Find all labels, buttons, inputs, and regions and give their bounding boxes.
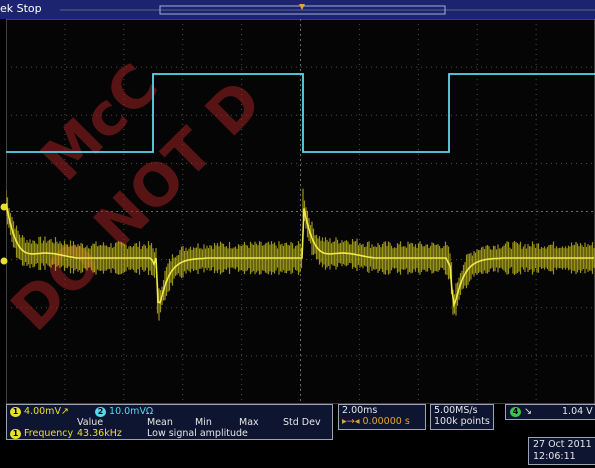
time: 12:06:11 — [533, 451, 576, 462]
ch2-scale[interactable]: 10.0mVΩ — [109, 406, 153, 417]
trigger-slope-icon: ↘ — [524, 406, 532, 417]
timebase-panel[interactable]: 2.00ms ▸→◂ 0.00000 s — [338, 404, 426, 430]
measurement-panel: 1 4.00mV↗ 2 10.0mVΩ Value Mean Min Max S… — [6, 404, 333, 440]
datetime-panel: 27 Oct 2011 12:06:11 — [528, 437, 595, 465]
date: 27 Oct 2011 — [533, 439, 592, 450]
meas-note: Low signal amplitude — [147, 428, 248, 439]
acquisition-panel[interactable]: 5.00MS/s 100k points — [430, 404, 494, 430]
trigger-source-badge: 4 — [510, 406, 521, 417]
trigger-position-marker — [299, 4, 305, 10]
meas-source-badge: 1 — [10, 428, 21, 439]
ch1-scale[interactable]: 4.00mV↗ — [24, 406, 69, 417]
status-bar: ek Stop — [0, 0, 595, 19]
channel-markers — [0, 203, 8, 265]
ch2-badge[interactable]: 2 — [95, 406, 106, 417]
trigger-panel[interactable]: 4 ↘ 1.04 V — [505, 404, 595, 420]
horizontal-delay: ▸→◂ 0.00000 s — [342, 416, 410, 427]
meas-value: 43.36kHz — [77, 428, 122, 439]
ch1-ground-marker — [0, 257, 8, 265]
waveform-display[interactable]: McC DO NOT D — [0, 19, 595, 404]
trigger-level: 1.04 V — [562, 406, 593, 417]
ch1-badge[interactable]: 1 — [10, 406, 21, 417]
meas-name[interactable]: Frequency — [24, 428, 73, 439]
record-length: 100k points — [434, 416, 490, 427]
readout-panel: 1 4.00mV↗ 2 10.0mVΩ Value Mean Min Max S… — [0, 404, 595, 468]
trigger-level-marker — [0, 203, 8, 211]
col-stddev: Std Dev — [283, 417, 321, 428]
record-view — [60, 4, 595, 15]
